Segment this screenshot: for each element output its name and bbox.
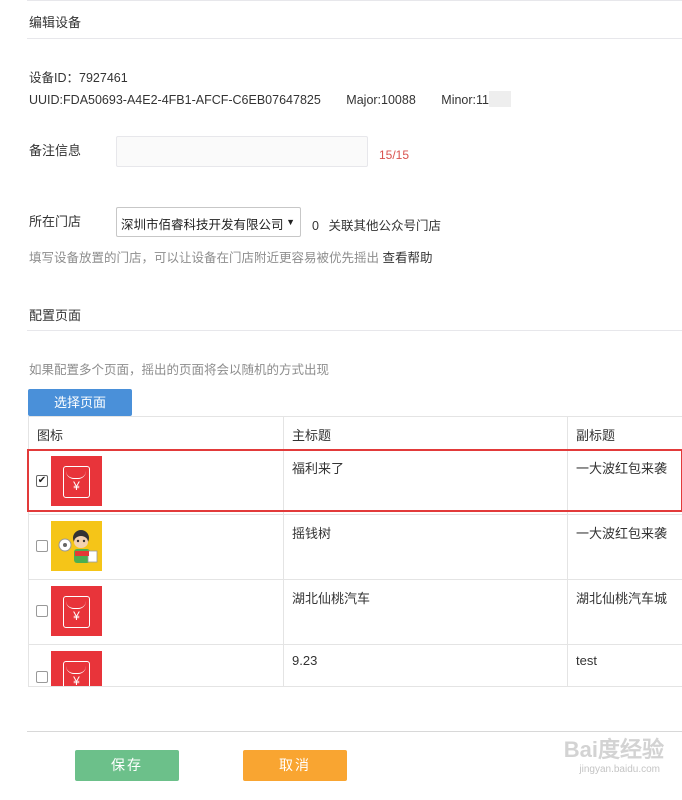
row-subtitle: 一大波红包来袭 (567, 515, 682, 579)
table-row[interactable]: ¥ 湖北仙桃汽车 湖北仙桃汽车城 (29, 579, 682, 644)
envelope-flap (66, 601, 86, 609)
envelope-flap (66, 471, 86, 479)
icon-cell: ¥ (29, 645, 283, 686)
device-id-label: 设备ID： (29, 71, 80, 85)
row-checkbox[interactable] (36, 605, 48, 617)
envelope-shape: ¥ (63, 466, 90, 498)
row-checkbox[interactable]: ✔ (36, 475, 48, 487)
envelope-shape: ¥ (63, 596, 90, 628)
yen-symbol: ¥ (73, 479, 80, 493)
table-row[interactable]: ¥ 9.23 test (29, 644, 682, 686)
yen-symbol: ¥ (73, 609, 80, 623)
pages-table: 图标 主标题 副标题 ✔ ¥ 福利来了 一大波红包来袭 摇钱树 一大波红包来袭 … (28, 416, 682, 687)
remark-counter: 15/15 (379, 148, 410, 162)
icon-cell (29, 515, 283, 579)
row-subtitle: 一大波红包来袭 (567, 450, 682, 514)
envelope-flap (66, 666, 86, 674)
major-label: Major: (346, 93, 382, 107)
header-subtitle: 副标题 (567, 417, 682, 449)
config-section-divider (27, 330, 682, 331)
device-id-line: 设备ID：7927461 (29, 67, 128, 86)
row-checkbox[interactable] (36, 540, 48, 552)
remark-input[interactable] (116, 136, 368, 167)
minor-value: 11 (476, 93, 489, 107)
red-envelope-icon: ¥ (51, 456, 102, 506)
table-row[interactable]: ✔ ¥ 福利来了 一大波红包来袭 (29, 449, 682, 514)
icon-cell: ¥ (29, 580, 283, 644)
watermark-url: jingyan.baidu.com (579, 764, 660, 775)
table-header-row: 图标 主标题 副标题 (29, 417, 682, 449)
config-hint: 如果配置多个页面，摇出的页面将会以随机的方式出现 (29, 363, 330, 377)
table-row[interactable]: 摇钱树 一大波红包来袭 (29, 514, 682, 579)
remark-label: 备注信息 (29, 143, 82, 158)
major-value: 10088 (381, 93, 416, 107)
choose-page-button[interactable]: 选择页面 (28, 389, 132, 416)
yen-symbol: ¥ (73, 674, 80, 686)
red-envelope-icon: ¥ (51, 651, 102, 686)
uuid-value: FDA50693-A4E2-4FB1-AFCF-C6EB07647825 (63, 93, 321, 107)
header-icon: 图标 (37, 428, 64, 443)
store-hint: 填写设备放置的门店，可以让设备在门店附近更容易被优先摇出 查看帮助 (29, 247, 433, 266)
related-count: 0 (312, 219, 319, 233)
device-id-value: 7927461 (79, 71, 128, 85)
edit-section-title: 编辑设备 (29, 15, 82, 30)
cancel-button[interactable]: 取消 (243, 750, 347, 781)
top-divider (27, 0, 682, 1)
save-button[interactable]: 保存 (75, 750, 179, 781)
envelope-shape: ¥ (63, 661, 90, 686)
redacted-blur (489, 91, 511, 107)
edit-section-divider (27, 38, 682, 39)
row-title: 9.23 (283, 645, 567, 686)
related-stores[interactable]: 0 关联其他公众号门店 (312, 215, 441, 234)
store-hint-text: 填写设备放置的门店，可以让设备在门店附近更容易被优先摇出 (29, 251, 380, 265)
header-title: 主标题 (283, 417, 567, 449)
money-tree-graphic (58, 530, 98, 563)
config-section-title: 配置页面 (29, 308, 82, 323)
related-stores-text: 关联其他公众号门店 (328, 219, 441, 233)
store-label: 所在门店 (29, 214, 82, 229)
row-title: 福利来了 (283, 450, 567, 514)
uuid-label: UUID: (29, 93, 64, 107)
icon-cell: ✔ ¥ (29, 450, 283, 514)
minor-label: Minor: (441, 93, 477, 107)
money-tree-icon (51, 521, 102, 571)
store-select[interactable]: 深圳市佰睿科技开发有限公司 ▼ (116, 207, 301, 237)
row-subtitle: test (567, 645, 682, 686)
red-envelope-icon: ¥ (51, 586, 102, 636)
row-title: 摇钱树 (283, 515, 567, 579)
row-title: 湖北仙桃汽车 (283, 580, 567, 644)
device-uuid-line: UUID: FDA50693-A4E2-4FB1-AFCF-C6EB076478… (29, 93, 489, 107)
row-checkbox[interactable] (36, 671, 48, 683)
help-link[interactable]: 查看帮助 (383, 251, 433, 265)
store-select-value: 深圳市佰睿科技开发有限公司 (121, 218, 284, 232)
watermark-logo: Bai度经验 (563, 737, 664, 762)
row-subtitle: 湖北仙桃汽车城 (567, 580, 682, 644)
dropdown-arrow-icon: ▼ (286, 217, 295, 227)
